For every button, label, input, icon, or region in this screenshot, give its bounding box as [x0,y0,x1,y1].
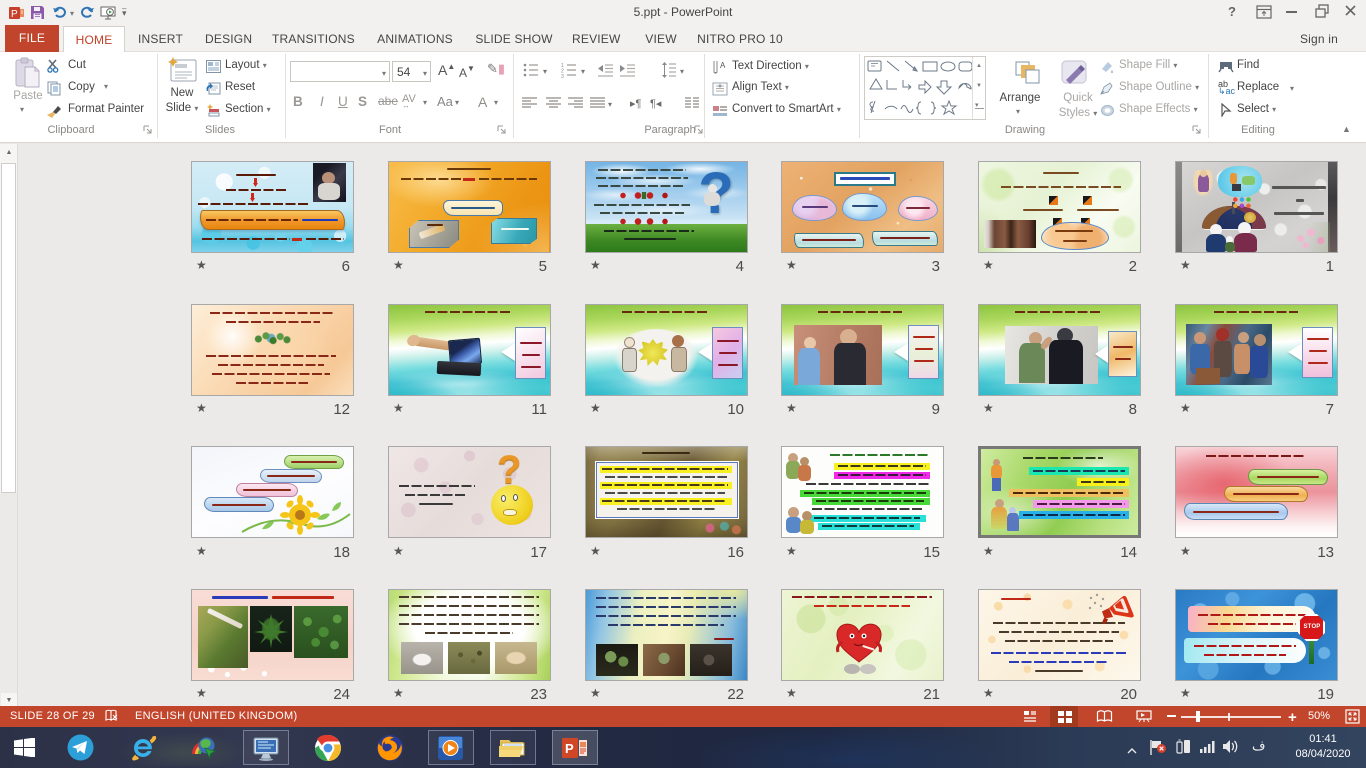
svg-text:P: P [11,9,18,20]
svg-text:A: A [720,61,726,70]
svg-text:P: P [565,741,574,756]
svg-text:3: 3 [561,74,564,78]
